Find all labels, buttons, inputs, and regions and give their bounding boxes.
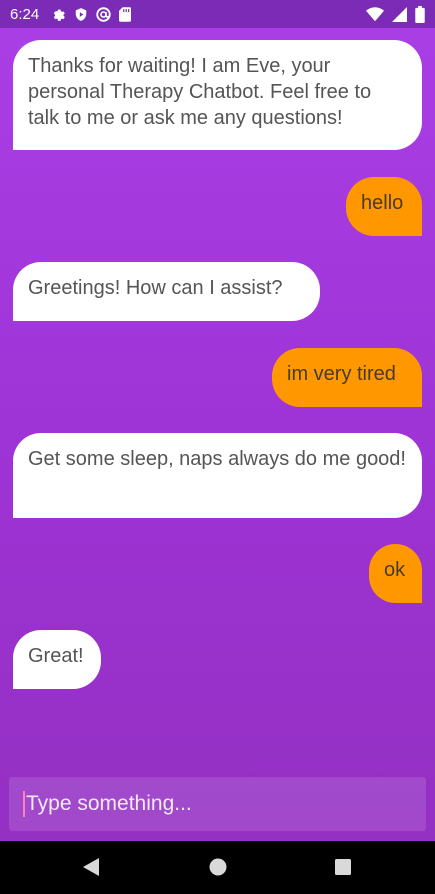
signal-icon bbox=[392, 6, 407, 22]
bot-message: Thanks for waiting! I am Eve, your perso… bbox=[13, 40, 422, 150]
user-message: im very tired bbox=[272, 348, 422, 407]
settings-icon bbox=[51, 7, 66, 22]
chat-area[interactable]: Thanks for waiting! I am Eve, your perso… bbox=[0, 28, 435, 841]
bot-message: Great! bbox=[13, 630, 101, 689]
user-message: ok bbox=[369, 544, 422, 603]
at-icon bbox=[96, 6, 111, 22]
back-icon[interactable] bbox=[83, 858, 99, 880]
battery-icon bbox=[415, 5, 425, 23]
recents-icon[interactable] bbox=[335, 859, 351, 879]
bot-message: Get some sleep, naps always do me good! bbox=[13, 433, 422, 518]
text-cursor bbox=[23, 791, 25, 817]
user-message: hello bbox=[346, 177, 422, 236]
message-input[interactable] bbox=[26, 792, 406, 816]
navigation-bar bbox=[0, 841, 435, 894]
bot-message: Greetings! How can I assist? bbox=[13, 262, 320, 321]
message-composer[interactable] bbox=[9, 777, 426, 831]
status-bar: 6:24 bbox=[0, 0, 435, 28]
sd-card-icon bbox=[119, 6, 132, 22]
status-right-icons bbox=[366, 5, 425, 23]
status-left-icons bbox=[51, 6, 132, 22]
status-time: 6:24 bbox=[10, 5, 40, 23]
wifi-icon bbox=[366, 6, 384, 22]
shield-icon bbox=[74, 7, 88, 22]
home-icon[interactable] bbox=[209, 858, 227, 880]
